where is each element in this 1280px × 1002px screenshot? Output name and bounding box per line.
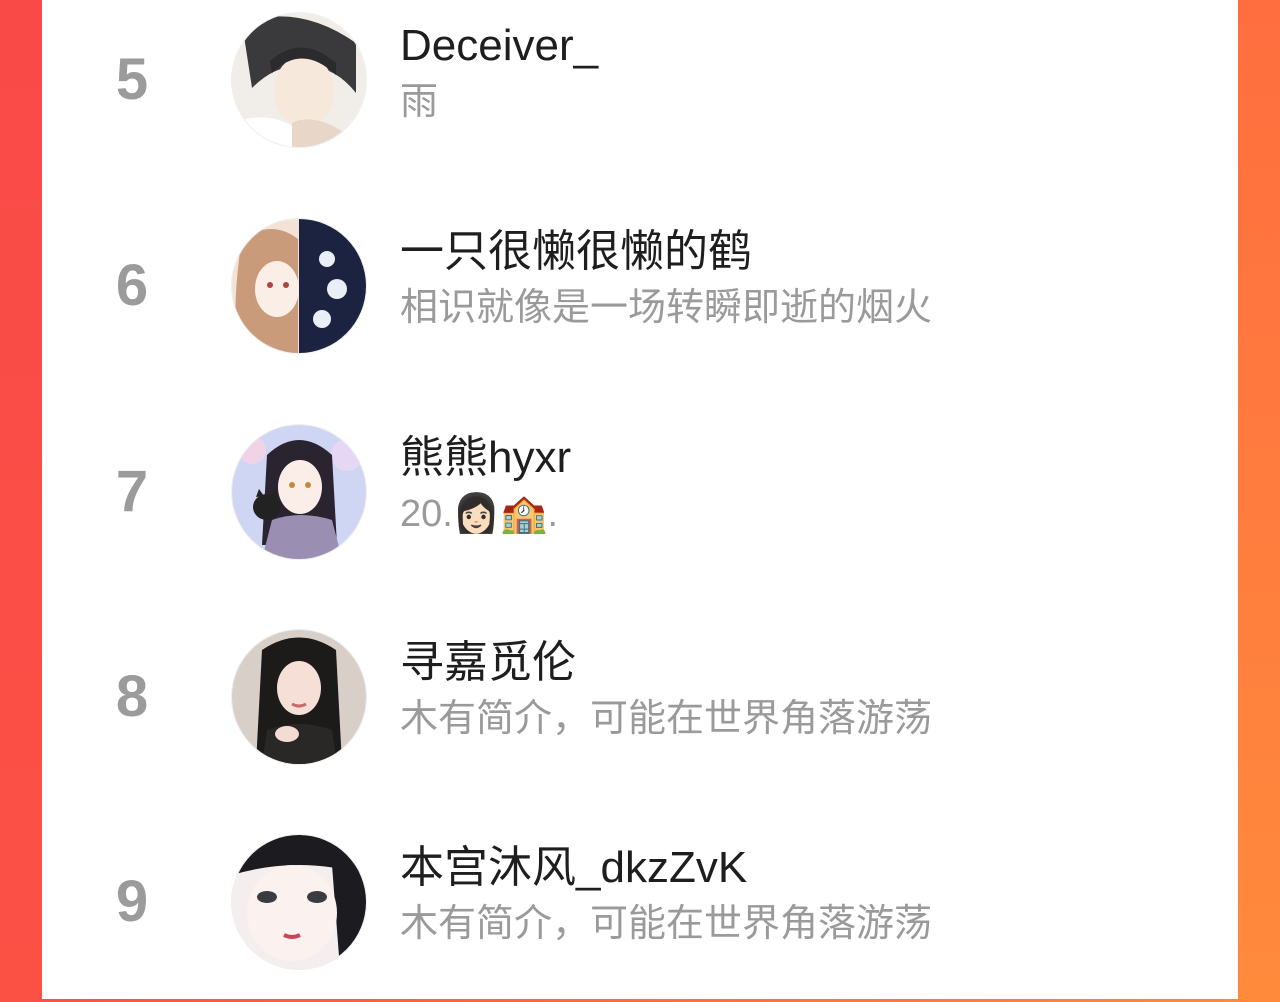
user-avatar[interactable]	[231, 424, 367, 560]
user-name[interactable]: 寻嘉觅伦	[400, 635, 576, 691]
ranking-list-card: 5 Deceiver_ 雨 6 一只很懒很懒的鹤 相识就像是一场转瞬即逝的烟火 …	[42, 0, 1238, 999]
user-name[interactable]: 一只很懒很懒的鹤	[400, 224, 752, 280]
ranking-row[interactable]: 9 本宫沐风_dkzZvK 木有简介，可能在世界角落游荡	[42, 822, 1238, 1002]
user-avatar[interactable]	[231, 834, 367, 970]
user-bio: 20.👩🏻🏫.	[400, 493, 559, 535]
rank-number: 6	[115, 253, 149, 318]
rank-number: 8	[115, 664, 149, 729]
user-bio: 木有简介，可能在世界角落游荡	[400, 698, 933, 740]
rank-number: 7	[115, 459, 149, 524]
user-name[interactable]: 熊熊hyxr	[400, 430, 571, 486]
user-name[interactable]: Deceiver_	[400, 18, 598, 74]
user-avatar[interactable]	[231, 629, 367, 765]
ranking-row[interactable]: 5 Deceiver_ 雨	[42, 0, 1238, 180]
rank-number: 5	[115, 47, 149, 112]
ranking-row[interactable]: 6 一只很懒很懒的鹤 相识就像是一场转瞬即逝的烟火	[42, 206, 1238, 386]
background-right-edge	[1238, 0, 1280, 999]
user-avatar[interactable]	[231, 218, 367, 354]
user-bio: 相识就像是一场转瞬即逝的烟火	[400, 287, 933, 329]
ranking-row[interactable]: 8 寻嘉觅伦 木有简介，可能在世界角落游荡	[42, 617, 1238, 797]
user-name[interactable]: 本宫沐风_dkzZvK	[400, 840, 747, 896]
background-left-edge	[0, 0, 42, 999]
ranking-row[interactable]: 7 熊熊hyxr 20.👩🏻🏫.	[42, 412, 1238, 592]
rank-number: 9	[115, 869, 149, 934]
user-bio: 雨	[400, 81, 439, 123]
user-bio: 木有简介，可能在世界角落游荡	[400, 903, 933, 945]
user-avatar[interactable]	[231, 12, 367, 148]
